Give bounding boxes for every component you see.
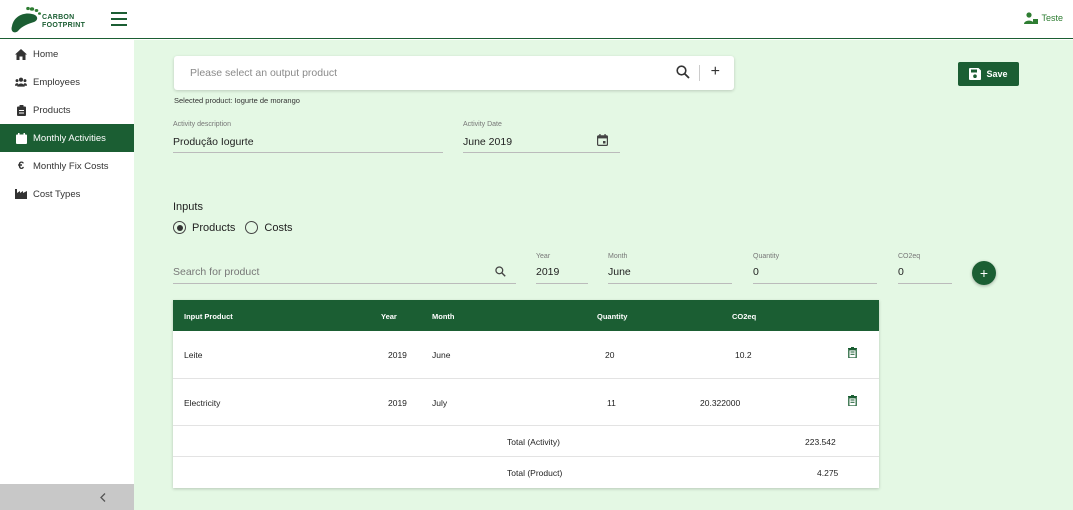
input-product-search[interactable]: Search for product	[173, 266, 259, 278]
activity-date-label: Activity Date	[463, 121, 502, 128]
chevron-left-icon	[100, 492, 106, 502]
sidebar-item-label: Products	[33, 104, 71, 116]
user-menu[interactable]: Teste	[1024, 12, 1063, 24]
inputs-title: Inputs	[173, 201, 203, 213]
table-row: Electricity 2019 July 11 20.322000	[173, 379, 879, 426]
logo-text: CARBON FOOTPRINT	[42, 14, 85, 30]
sidebar-item-employees[interactable]: Employees	[0, 68, 134, 96]
sidebar: Home Employees Products Monthly Activiti…	[0, 40, 134, 510]
input-product-search-underline	[173, 283, 516, 284]
search-icon[interactable]	[676, 65, 690, 82]
sidebar-item-label: Monthly Fix Costs	[33, 160, 109, 172]
factory-icon	[15, 188, 27, 200]
euro-icon: €	[17, 160, 25, 172]
input-month-field[interactable]: June	[608, 266, 631, 278]
total-activity-label: Total (Activity)	[507, 437, 560, 447]
table-header: Input Product Year Month Quantity CO2eq	[173, 300, 879, 331]
input-year-field[interactable]: 2019	[536, 266, 559, 278]
sidebar-item-label: Home	[33, 48, 59, 60]
home-icon	[15, 48, 27, 60]
sidebar-item-cost-types[interactable]: Cost Types	[0, 180, 134, 208]
top-header: CARBON FOOTPRINT Teste	[0, 0, 1073, 39]
plus-icon: +	[979, 265, 989, 281]
cell-month: July	[432, 398, 448, 408]
header-year: Year	[381, 312, 397, 321]
save-label: Save	[986, 69, 1008, 79]
sidebar-collapse-button[interactable]	[0, 484, 134, 510]
input-type-radio-group: Products Costs	[173, 221, 293, 234]
input-year-underline	[536, 283, 588, 284]
output-product-placeholder: Please select an output product	[190, 67, 338, 79]
output-product-search[interactable]: Please select an output product +	[174, 56, 734, 90]
delete-row-icon[interactable]	[848, 347, 857, 360]
input-co2eq-label: CO2eq	[898, 253, 921, 260]
date-picker-calendar-icon[interactable]	[597, 134, 609, 149]
carbon-footprint-logo[interactable]: CARBON FOOTPRINT	[8, 4, 94, 35]
cell-quantity: 20	[605, 350, 615, 360]
menu-toggle-icon[interactable]	[111, 12, 127, 26]
activity-description-label: Activity description	[173, 121, 231, 128]
cell-co2eq: 10.2	[735, 350, 752, 360]
sidebar-item-products[interactable]: Products	[0, 96, 134, 124]
radio-costs[interactable]	[245, 221, 259, 234]
total-product-value: 4.275	[817, 468, 839, 478]
input-quantity-underline	[753, 283, 877, 284]
input-year-label: Year	[536, 253, 551, 260]
sidebar-item-home[interactable]: Home	[0, 40, 134, 68]
input-quantity-field[interactable]: 0	[753, 266, 759, 278]
footprint-logo-icon	[11, 6, 41, 33]
header-input-product: Input Product	[184, 312, 233, 321]
cell-year: 2019	[388, 398, 407, 408]
activity-date-input[interactable]: June 2019	[463, 136, 512, 148]
sidebar-item-monthly-activities[interactable]: Monthly Activities	[0, 124, 134, 152]
total-activity-row: Total (Activity) 223.542	[173, 426, 879, 457]
delete-row-icon[interactable]	[848, 395, 857, 408]
save-button[interactable]: Save	[958, 62, 1019, 86]
radio-products[interactable]	[173, 221, 186, 234]
activity-date-underline	[463, 152, 620, 153]
add-product-icon[interactable]: +	[711, 63, 720, 81]
total-activity-value: 223.542	[805, 437, 836, 447]
activity-description-input[interactable]: Produção Iogurte	[173, 136, 254, 148]
input-co2eq-field[interactable]: 0	[898, 266, 904, 278]
sidebar-item-label: Employees	[33, 76, 80, 88]
cell-year: 2019	[388, 350, 407, 360]
users-icon	[15, 76, 27, 88]
total-product-row: Total (Product) 4.275	[173, 457, 879, 488]
input-product-search-icon[interactable]	[495, 266, 506, 280]
add-input-button[interactable]: +	[972, 261, 996, 285]
search-separator	[699, 65, 700, 81]
input-month-label: Month	[608, 253, 628, 260]
radio-products-label[interactable]: Products	[192, 222, 235, 234]
floppy-disk-icon	[969, 68, 982, 80]
header-quantity: Quantity	[597, 312, 628, 321]
sidebar-item-label: Monthly Activities	[33, 132, 106, 144]
cell-quantity: 11	[607, 398, 616, 408]
header-month: Month	[432, 312, 455, 321]
input-month-underline	[608, 283, 732, 284]
clipboard-icon	[15, 104, 27, 116]
input-quantity-label: Quantity	[753, 253, 780, 260]
inputs-table: Input Product Year Month Quantity CO2eq …	[173, 300, 879, 488]
sidebar-item-label: Cost Types	[33, 188, 81, 200]
cell-co2eq: 20.322000	[700, 398, 741, 408]
selected-product-text: Selected product: Iogurte de morango	[174, 96, 300, 105]
sidebar-item-monthly-fix-costs[interactable]: € Monthly Fix Costs	[0, 152, 134, 180]
table-row: Leite 2019 June 20 10.2	[173, 331, 879, 379]
cell-product: Leite	[184, 350, 203, 360]
logo-line-2: FOOTPRINT	[42, 22, 86, 29]
activity-description-underline	[173, 152, 443, 153]
cell-product: Electricity	[184, 398, 221, 408]
radio-costs-label[interactable]: Costs	[264, 222, 292, 234]
total-product-label: Total (Product)	[507, 468, 563, 478]
main-content: Please select an output product + Select…	[134, 40, 1073, 510]
logo-line-1: CARBON	[42, 14, 75, 21]
user-name: Teste	[1041, 13, 1063, 23]
calendar-icon	[15, 132, 27, 144]
header-co2eq: CO2eq	[732, 312, 757, 321]
cell-month: June	[432, 350, 451, 360]
user-icon	[1024, 12, 1039, 24]
input-co2eq-underline	[898, 283, 952, 284]
